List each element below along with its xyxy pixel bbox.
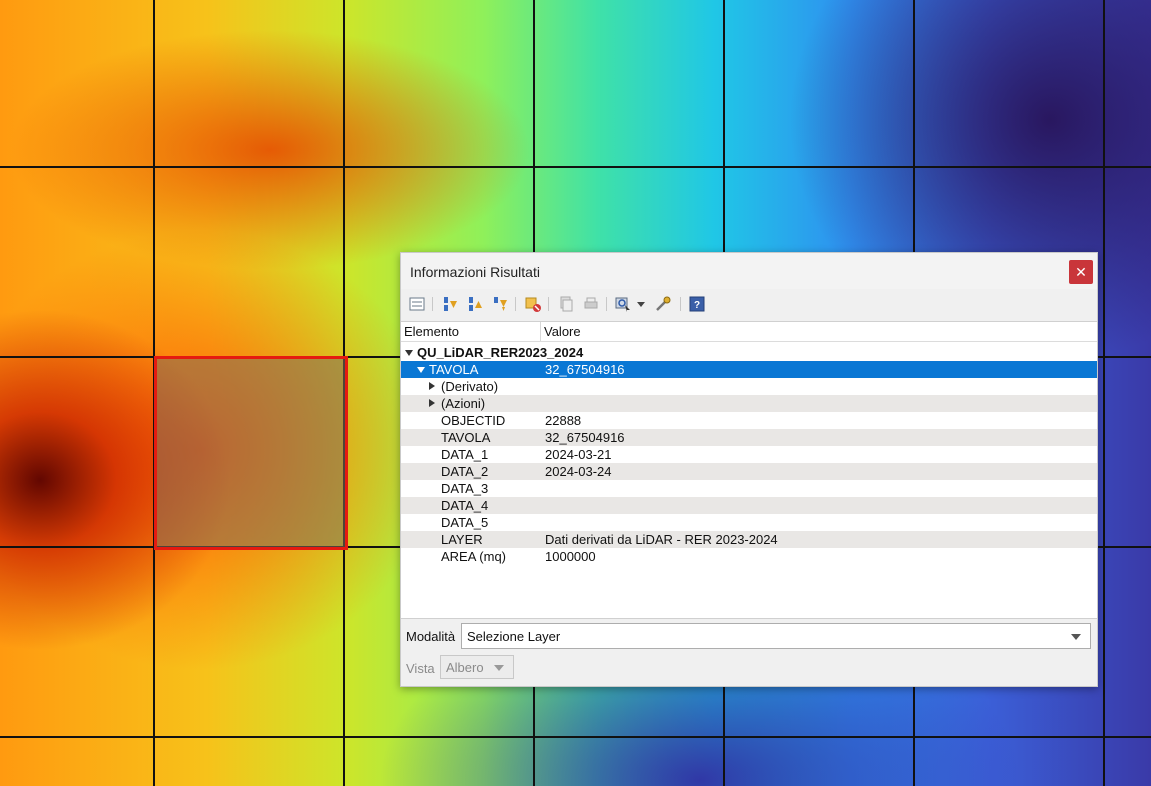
grid-line [0,166,1151,168]
attribute-row[interactable]: DATA_5 [401,514,1097,531]
attribute-key: DATA_1 [441,447,489,462]
help-icon[interactable]: ? [688,295,706,313]
results-tree[interactable]: Elemento Valore QU_LiDAR_RER2023_2024 TA… [401,321,1097,619]
tree-group-row[interactable]: (Azioni) [401,395,1097,412]
dialog-titlebar[interactable]: Informazioni Risultati ✕ [401,253,1097,289]
attribute-row[interactable]: OBJECTID 22888 [401,412,1097,429]
view-row: Vista Albero [401,655,1097,681]
collapse-all-icon[interactable] [466,295,484,313]
toolbar-separator [606,297,607,311]
expand-new-icon[interactable] [491,295,509,313]
attribute-row[interactable]: DATA_3 [401,480,1097,497]
tree-layer-row[interactable]: QU_LiDAR_RER2023_2024 [401,344,1097,361]
svg-text:?: ? [694,300,700,311]
attribute-key: DATA_5 [441,515,489,530]
close-button[interactable]: ✕ [1069,260,1093,284]
toolbar-separator [680,297,681,311]
attribute-row[interactable]: DATA_1 2024-03-21 [401,446,1097,463]
grid-line [1103,0,1105,786]
attribute-key: AREA (mq) [441,549,507,564]
attribute-value: 1000000 [545,549,596,564]
dropdown-icon[interactable] [635,295,647,313]
attribute-key: OBJECTID [441,413,506,428]
attribute-key: DATA_4 [441,498,489,513]
layer-name: QU_LiDAR_RER2023_2024 [417,345,584,360]
collapse-arrow-icon[interactable] [405,350,413,356]
attribute-row[interactable]: AREA (mq) 1000000 [401,548,1097,565]
tree-header: Elemento Valore [401,322,1097,342]
view-select[interactable]: Albero [440,655,514,679]
attribute-value: 22888 [545,413,582,428]
attribute-key: LAYER [441,532,483,547]
print-icon[interactable] [582,295,600,313]
toolbar: ? [401,291,1097,319]
column-header-element[interactable]: Elemento [404,324,459,339]
attribute-key: DATA_2 [441,464,489,479]
copy-feature-icon[interactable] [557,295,575,313]
expand-arrow-icon[interactable] [429,382,435,390]
attribute-key: TAVOLA [441,430,491,445]
settings-icon[interactable] [654,295,672,313]
attribute-row[interactable]: DATA_2 2024-03-24 [401,463,1097,480]
feature-key: TAVOLA [429,362,479,377]
attribute-row[interactable]: TAVOLA 32_67504916 [401,429,1097,446]
mode-label: Modalità [406,629,456,644]
grid-line [0,736,1151,738]
attribute-row[interactable]: DATA_4 [401,497,1097,514]
attribute-value: 2024-03-24 [545,464,612,479]
expand-arrow-icon[interactable] [429,399,435,407]
attribute-key: DATA_3 [441,481,489,496]
clear-results-icon[interactable] [524,295,542,313]
chevron-down-icon [1071,634,1081,640]
view-select-value: Albero [446,660,484,675]
dialog-title: Informazioni Risultati [410,264,540,280]
tree-feature-row[interactable]: TAVOLA 32_67504916 [401,361,1097,378]
view-label: Vista [406,661,435,676]
identify-results-dialog: Informazioni Risultati ✕ ? Elemento Valo… [400,252,1098,687]
attribute-row[interactable]: LAYER Dati derivati da LiDAR - RER 2023-… [401,531,1097,548]
feature-value: 32_67504916 [545,362,625,377]
chevron-down-icon [494,665,504,671]
mode-select[interactable]: Selezione Layer [461,623,1091,649]
mode-row: Modalità Selezione Layer [401,623,1097,651]
expand-tree-icon[interactable] [408,295,426,313]
column-divider[interactable] [540,322,541,341]
attribute-value: 2024-03-21 [545,447,612,462]
column-header-value[interactable]: Valore [544,324,581,339]
selected-tile-highlight[interactable] [154,356,348,550]
group-label: (Derivato) [441,379,499,394]
mode-select-value: Selezione Layer [467,629,561,644]
attribute-value: 32_67504916 [545,430,625,445]
toolbar-separator [548,297,549,311]
identify-select-icon[interactable] [614,295,632,313]
group-label: (Azioni) [441,396,486,411]
expand-all-icon[interactable] [441,295,459,313]
toolbar-separator [515,297,516,311]
collapse-arrow-icon[interactable] [417,367,425,373]
tree-group-row[interactable]: (Derivato) [401,378,1097,395]
toolbar-separator [432,297,433,311]
attribute-value: Dati derivati da LiDAR - RER 2023-2024 [545,532,778,547]
